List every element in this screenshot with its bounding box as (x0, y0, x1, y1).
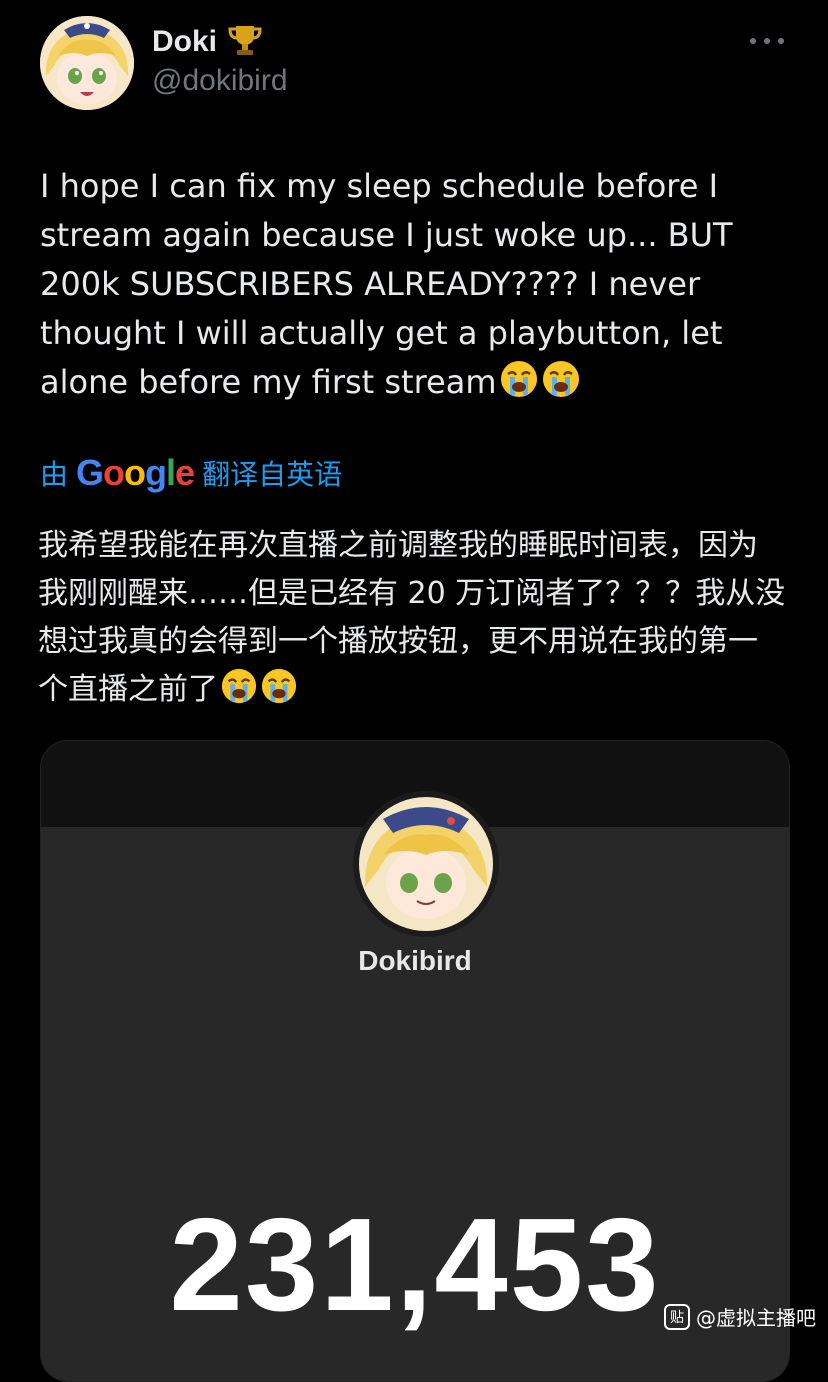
translation-suffix: 翻译自英语 (202, 458, 343, 491)
trophy-icon (227, 22, 263, 62)
loudly-crying-face-icon (260, 667, 298, 720)
translated-body: 我希望我能在再次直播之前调整我的睡眠时间表，因为我刚刚醒来……但是已经有 20 … (38, 522, 786, 720)
translated-text: 我希望我能在再次直播之前调整我的睡眠时间表，因为我刚刚醒来……但是已经有 20 … (38, 528, 786, 707)
tweet-text: I hope I can fix my sleep schedule befor… (40, 167, 743, 401)
tweet-header: Doki @dokibird (40, 16, 788, 112)
author-avatar[interactable] (40, 16, 134, 110)
author-handle[interactable]: @dokibird (152, 64, 288, 98)
tweet-body: I hope I can fix my sleep schedule befor… (40, 162, 788, 413)
attached-image[interactable]: Dokibird 231,453 (40, 740, 790, 1382)
channel-name: Dokibird (358, 945, 472, 976)
watermark: 贴 @虚拟主播吧 (664, 1302, 816, 1331)
watermark-text: @虚拟主播吧 (696, 1306, 816, 1330)
author-display-name[interactable]: Doki (152, 25, 217, 59)
loudly-crying-face-icon (499, 359, 539, 413)
loudly-crying-face-icon (220, 667, 258, 720)
more-options-icon[interactable] (750, 30, 784, 50)
loudly-crying-face-icon (541, 359, 581, 413)
translation-prefix: 由 (40, 458, 69, 491)
google-logo: Google (76, 452, 195, 493)
name-row: Doki (152, 22, 263, 62)
channel-avatar (353, 791, 499, 937)
translation-attribution[interactable]: 由 Google 翻译自英语 (40, 452, 342, 494)
tieba-icon: 贴 (664, 1303, 690, 1330)
